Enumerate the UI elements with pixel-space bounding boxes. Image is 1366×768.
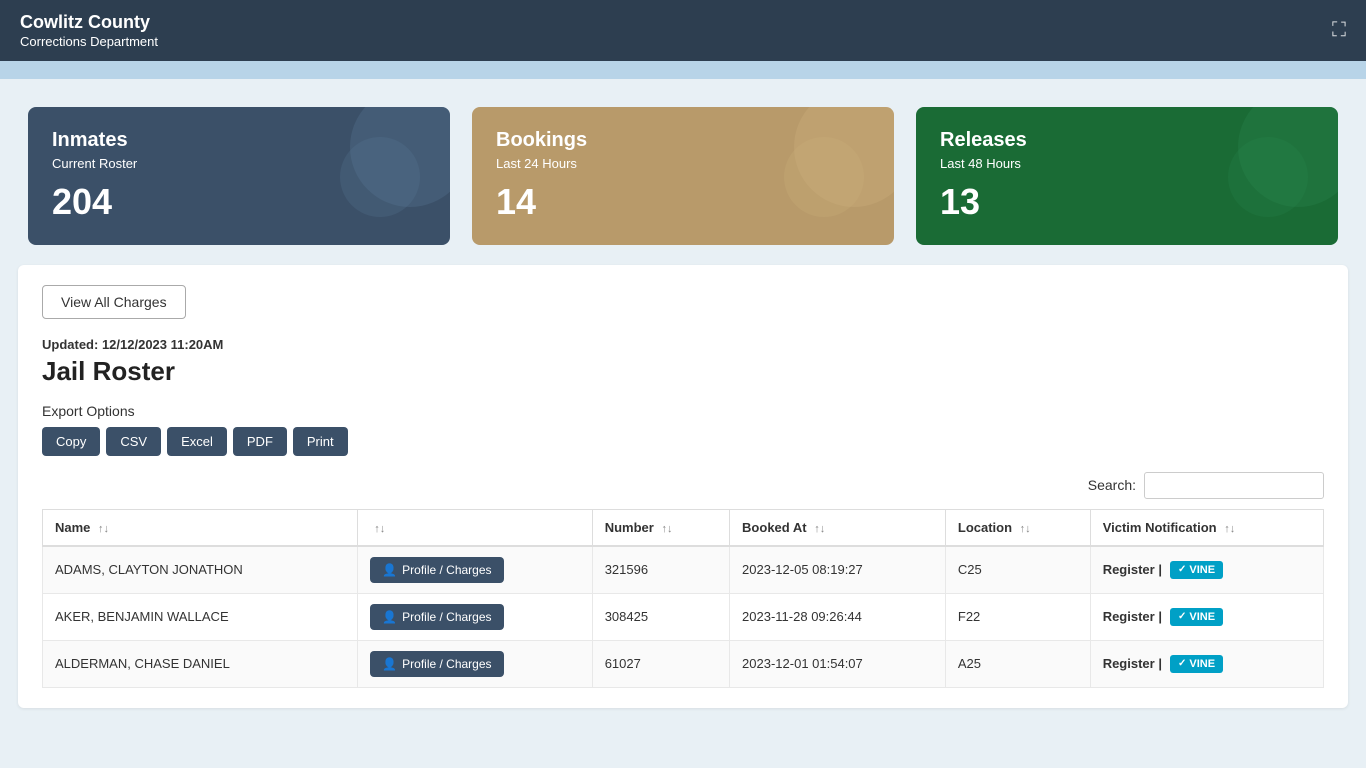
stat-card-inmates: Inmates Current Roster 204 bbox=[28, 107, 450, 245]
vine-check-icon: ✓ bbox=[1178, 564, 1186, 575]
profile-charges-button[interactable]: 👤 Profile / Charges bbox=[370, 604, 503, 630]
col-number[interactable]: Number ↑↓ bbox=[592, 509, 729, 546]
cell-name: AKER, BENJAMIN WALLACE bbox=[43, 593, 358, 640]
inmates-sublabel: Current Roster bbox=[52, 156, 426, 171]
app-header: Cowlitz County Corrections Department ⛶ bbox=[0, 0, 1366, 61]
table-row: ALDERMAN, CHASE DANIEL 👤 Profile / Charg… bbox=[43, 640, 1324, 687]
cell-location: F22 bbox=[945, 593, 1090, 640]
sort-victim-icon: ↑↓ bbox=[1224, 523, 1235, 535]
cell-profile-btn[interactable]: 👤 Profile / Charges bbox=[358, 640, 593, 687]
roster-title: Jail Roster bbox=[42, 356, 1324, 387]
cell-booked-at: 2023-12-01 01:54:07 bbox=[730, 640, 946, 687]
sort-number-icon: ↑↓ bbox=[661, 523, 672, 535]
cell-profile-btn[interactable]: 👤 Profile / Charges bbox=[358, 593, 593, 640]
col-name[interactable]: Name ↑↓ bbox=[43, 509, 358, 546]
inmates-label: Inmates bbox=[52, 129, 426, 152]
header-title: Cowlitz County bbox=[20, 12, 158, 34]
cell-victim-notification: Register | ✓ VINE bbox=[1090, 593, 1323, 640]
vine-badge[interactable]: ✓ VINE bbox=[1170, 561, 1223, 579]
stats-container: Inmates Current Roster 204 Bookings Last… bbox=[0, 79, 1366, 265]
export-print-button[interactable]: Print bbox=[293, 427, 348, 456]
main-content: View All Charges Updated: 12/12/2023 11:… bbox=[18, 265, 1348, 708]
bookings-sublabel: Last 24 Hours bbox=[496, 156, 870, 171]
person-icon: 👤 bbox=[382, 563, 397, 577]
export-copy-button[interactable]: Copy bbox=[42, 427, 100, 456]
cell-location: A25 bbox=[945, 640, 1090, 687]
cell-name: ADAMS, CLAYTON JONATHON bbox=[43, 546, 358, 594]
col-location[interactable]: Location ↑↓ bbox=[945, 509, 1090, 546]
cell-victim-notification: Register | ✓ VINE bbox=[1090, 546, 1323, 594]
register-link[interactable]: Register | bbox=[1103, 656, 1162, 671]
cell-number: 61027 bbox=[592, 640, 729, 687]
register-link[interactable]: Register | bbox=[1103, 562, 1162, 577]
search-row: Search: bbox=[42, 472, 1324, 499]
profile-charges-button[interactable]: 👤 Profile / Charges bbox=[370, 651, 503, 677]
cell-number: 321596 bbox=[592, 546, 729, 594]
cell-number: 308425 bbox=[592, 593, 729, 640]
releases-label: Releases bbox=[940, 129, 1314, 152]
roster-table: Name ↑↓ ↑↓ Number ↑↓ Booked At ↑↓ Locati… bbox=[42, 509, 1324, 688]
vine-badge[interactable]: ✓ VINE bbox=[1170, 655, 1223, 673]
releases-number: 13 bbox=[940, 181, 1314, 223]
cell-location: C25 bbox=[945, 546, 1090, 594]
sort-name-icon: ↑↓ bbox=[98, 523, 109, 535]
export-excel-button[interactable]: Excel bbox=[167, 427, 227, 456]
header-branding: Cowlitz County Corrections Department bbox=[20, 12, 158, 49]
fullscreen-icon[interactable]: ⛶ bbox=[1332, 19, 1346, 42]
profile-charges-button[interactable]: 👤 Profile / Charges bbox=[370, 557, 503, 583]
vine-check-icon: ✓ bbox=[1178, 658, 1186, 669]
table-header-row: Name ↑↓ ↑↓ Number ↑↓ Booked At ↑↓ Locati… bbox=[43, 509, 1324, 546]
vine-label: VINE bbox=[1189, 564, 1215, 576]
vine-label: VINE bbox=[1189, 658, 1215, 670]
bookings-label: Bookings bbox=[496, 129, 870, 152]
person-icon: 👤 bbox=[382, 610, 397, 624]
col-profile: ↑↓ bbox=[358, 509, 593, 546]
vine-badge[interactable]: ✓ VINE bbox=[1170, 608, 1223, 626]
sort-booked-icon: ↑↓ bbox=[814, 523, 825, 535]
stat-card-releases: Releases Last 48 Hours 13 bbox=[916, 107, 1338, 245]
export-csv-button[interactable]: CSV bbox=[106, 427, 161, 456]
register-link[interactable]: Register | bbox=[1103, 609, 1162, 624]
sort-location-icon: ↑↓ bbox=[1020, 523, 1031, 535]
header-subtitle: Corrections Department bbox=[20, 34, 158, 49]
search-input[interactable] bbox=[1144, 472, 1324, 499]
vine-check-icon: ✓ bbox=[1178, 611, 1186, 622]
subheader-bar bbox=[0, 61, 1366, 79]
export-pdf-button[interactable]: PDF bbox=[233, 427, 287, 456]
person-icon: 👤 bbox=[382, 657, 397, 671]
releases-sublabel: Last 48 Hours bbox=[940, 156, 1314, 171]
sort-profile-icon: ↑↓ bbox=[374, 523, 385, 535]
cell-booked-at: 2023-11-28 09:26:44 bbox=[730, 593, 946, 640]
table-row: ADAMS, CLAYTON JONATHON 👤 Profile / Char… bbox=[43, 546, 1324, 594]
export-buttons-group: Copy CSV Excel PDF Print bbox=[42, 427, 1324, 456]
search-label: Search: bbox=[1088, 477, 1136, 493]
view-all-charges-button[interactable]: View All Charges bbox=[42, 285, 186, 319]
cell-booked-at: 2023-12-05 08:19:27 bbox=[730, 546, 946, 594]
updated-text: Updated: 12/12/2023 11:20AM bbox=[42, 337, 1324, 352]
table-row: AKER, BENJAMIN WALLACE 👤 Profile / Charg… bbox=[43, 593, 1324, 640]
bookings-number: 14 bbox=[496, 181, 870, 223]
cell-name: ALDERMAN, CHASE DANIEL bbox=[43, 640, 358, 687]
stat-card-bookings: Bookings Last 24 Hours 14 bbox=[472, 107, 894, 245]
cell-profile-btn[interactable]: 👤 Profile / Charges bbox=[358, 546, 593, 594]
inmates-number: 204 bbox=[52, 181, 426, 223]
vine-label: VINE bbox=[1189, 611, 1215, 623]
col-booked-at[interactable]: Booked At ↑↓ bbox=[730, 509, 946, 546]
cell-victim-notification: Register | ✓ VINE bbox=[1090, 640, 1323, 687]
export-options-label: Export Options bbox=[42, 403, 1324, 419]
col-victim-notification[interactable]: Victim Notification ↑↓ bbox=[1090, 509, 1323, 546]
